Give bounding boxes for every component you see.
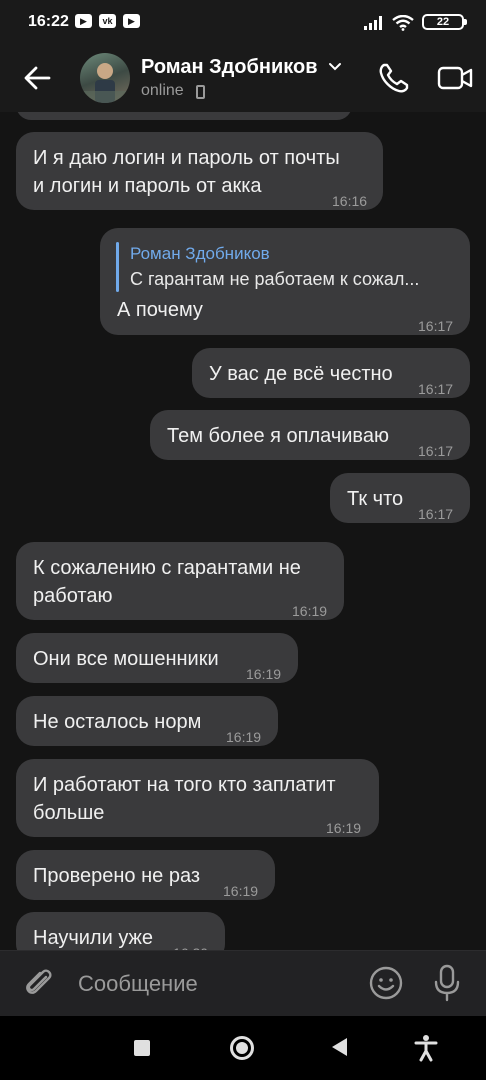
message-bubble-outgoing[interactable]: Тк что 16:17: [330, 473, 470, 523]
contact-name[interactable]: Роман Здобников: [141, 56, 318, 79]
message-bubble-partial[interactable]: [16, 112, 352, 120]
system-back-button[interactable]: [332, 1038, 347, 1056]
message-list[interactable]: И я даю логин и пароль от почты и логин …: [0, 112, 486, 950]
message-bubble-incoming[interactable]: Они все мошенники 16:19: [16, 633, 298, 683]
message-time: 16:19: [246, 666, 282, 682]
youtube-icon: ▶: [123, 14, 140, 28]
message-bubble-incoming[interactable]: И я даю логин и пароль от почты и логин …: [16, 132, 383, 210]
message-bubble-incoming[interactable]: И работают на того кто заплатит больше 1…: [16, 759, 379, 837]
message-time: 16:17: [418, 506, 454, 522]
reply-text: С гарантам не работаем к сожал...: [130, 269, 420, 289]
message-bubble-incoming[interactable]: Проверено не раз 16:19: [16, 850, 275, 900]
message-time: 16:17: [418, 381, 454, 397]
reply-indicator: [116, 242, 119, 292]
message-text: Научили уже: [33, 927, 154, 949]
message-text: больше: [33, 802, 105, 824]
phone-call-icon[interactable]: [376, 60, 412, 96]
message-text: и логин и пароль от акка: [33, 175, 262, 197]
status-time: 16:22: [28, 13, 69, 30]
microphone-icon[interactable]: [432, 964, 462, 1002]
accessibility-icon[interactable]: [414, 1034, 438, 1062]
system-nav-bar: [0, 1016, 486, 1080]
recents-button[interactable]: [134, 1040, 150, 1056]
wifi-icon: [392, 15, 414, 31]
video-call-icon[interactable]: [436, 60, 474, 96]
message-text: Тем более я оплачиваю: [167, 425, 389, 447]
message-bubble-incoming[interactable]: К сожалению с гарантами не работаю 16:19: [16, 542, 344, 620]
message-text: А почему: [117, 299, 203, 321]
message-bubble-incoming[interactable]: Научили уже 16:20: [16, 912, 225, 950]
message-time: 16:16: [332, 193, 368, 209]
message-text: У вас де всё честно: [209, 363, 393, 385]
youtube-icon: ▶: [75, 14, 92, 28]
message-bubble-outgoing[interactable]: У вас де всё честно 16:17: [192, 348, 470, 398]
message-time: 16:17: [418, 443, 454, 459]
status-bar: 16:22 ▶ vk ▶ 22: [0, 0, 486, 44]
signal-icon: [364, 16, 382, 30]
mobile-icon: [196, 85, 205, 99]
avatar[interactable]: [80, 53, 130, 103]
message-time: 16:19: [226, 729, 262, 745]
paperclip-icon[interactable]: [22, 965, 56, 1001]
message-time: 16:19: [326, 820, 362, 836]
message-bubble-outgoing[interactable]: Роман Здобников С гарантам не работаем к…: [100, 228, 470, 335]
contact-status: online: [141, 82, 184, 99]
message-text: И я даю логин и пароль от почты: [33, 147, 340, 169]
message-bubble-outgoing[interactable]: Тем более я оплачиваю 16:17: [150, 410, 470, 460]
battery-icon: 22: [422, 14, 467, 30]
message-time: 16:19: [292, 603, 328, 619]
message-text: работаю: [33, 585, 113, 607]
message-text: Тк что: [347, 488, 404, 510]
message-input[interactable]: [78, 969, 358, 999]
message-bubble-incoming[interactable]: Не осталось норм 16:19: [16, 696, 278, 746]
message-time: 16:17: [418, 318, 454, 334]
message-text: Проверено не раз: [33, 865, 201, 887]
message-time: 16:20: [173, 939, 208, 950]
back-arrow-icon[interactable]: [20, 60, 56, 96]
chat-header: Роман Здобников online: [0, 44, 486, 112]
composer: [0, 950, 486, 1016]
vk-icon: vk: [99, 14, 116, 28]
message-text: Они все мошенники: [33, 648, 219, 670]
emoji-icon[interactable]: [368, 965, 404, 1001]
home-button[interactable]: [230, 1036, 254, 1060]
message-text: И работают на того кто заплатит: [33, 774, 336, 796]
message-text: Не осталось норм: [33, 711, 202, 733]
chevron-down-icon[interactable]: [328, 62, 342, 72]
reply-author: Роман Здобников: [130, 244, 270, 263]
message-time: 16:19: [223, 883, 259, 899]
message-text: К сожалению с гарантами не: [33, 557, 301, 579]
